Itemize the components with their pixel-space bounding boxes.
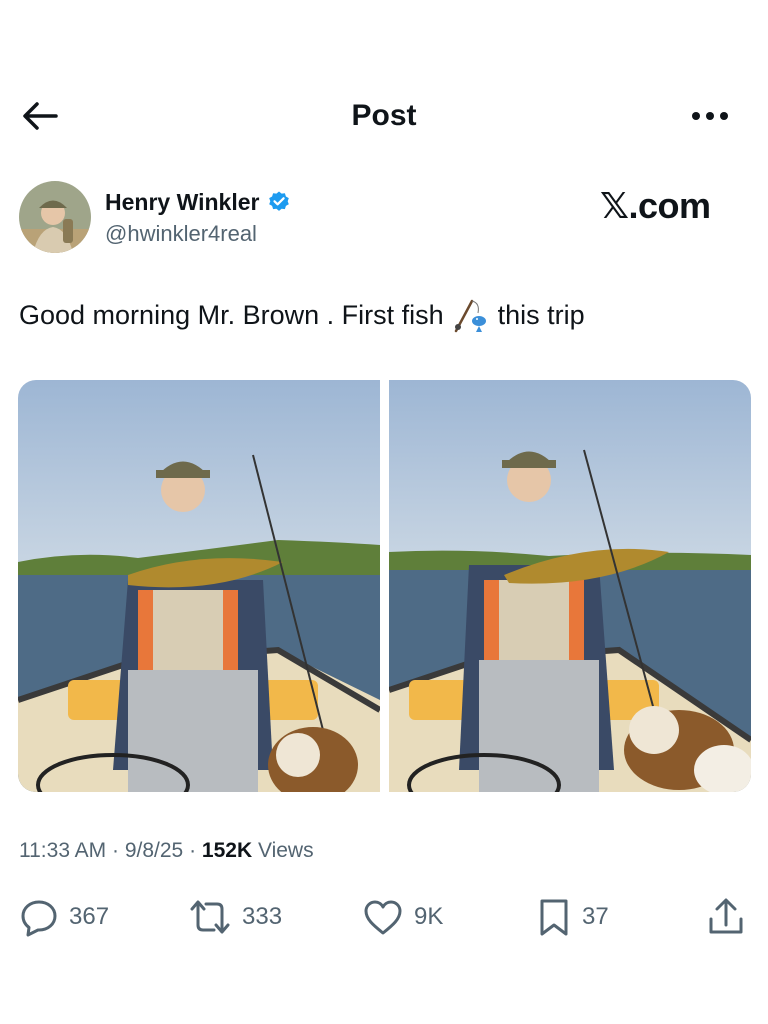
post-time: 11:33 AM xyxy=(19,839,107,862)
repost-count: 333 xyxy=(242,903,283,930)
share-button[interactable] xyxy=(706,892,746,942)
reply-count: 367 xyxy=(69,903,110,930)
author-name-text: Henry Winkler xyxy=(105,189,260,215)
post-date: 9/8/25 xyxy=(124,839,184,862)
post-meta: 11:33 AM · 9/8/25 · 152K Views xyxy=(19,836,314,866)
meta-separator: · xyxy=(112,839,125,862)
share-icon xyxy=(709,898,743,934)
more-button[interactable] xyxy=(686,100,734,132)
post-text-after: this trip xyxy=(497,300,585,330)
heart-icon xyxy=(364,900,402,935)
avatar[interactable] xyxy=(19,181,91,253)
reply-button[interactable]: 367 xyxy=(19,892,109,942)
post-text-before: Good morning Mr. Brown . First fish xyxy=(19,300,444,330)
site-watermark: 𝕏.com xyxy=(600,185,711,226)
post-image-2[interactable] xyxy=(389,380,751,792)
repost-icon xyxy=(190,900,230,934)
like-button[interactable]: 9K xyxy=(362,892,443,942)
repost-button[interactable]: 333 xyxy=(188,892,282,942)
fishing-photo xyxy=(389,380,751,792)
verified-badge-icon xyxy=(269,191,290,211)
views-count: 152K xyxy=(201,839,253,862)
fishing-photo xyxy=(18,380,380,792)
meta-separator: · xyxy=(189,839,202,862)
fishing-pole-and-fish-icon xyxy=(452,297,490,333)
views-label: Views xyxy=(257,839,314,862)
more-horizontal-icon xyxy=(692,112,728,120)
like-count: 9K xyxy=(414,903,444,930)
author-name[interactable]: Henry Winkler xyxy=(105,187,291,217)
page-title: Post xyxy=(351,99,417,132)
avatar-photo xyxy=(19,181,91,253)
post-image-1[interactable] xyxy=(18,380,380,792)
reply-icon xyxy=(21,900,57,937)
bookmark-button[interactable]: 37 xyxy=(536,892,609,942)
author-handle[interactable]: @hwinkler4real xyxy=(105,220,257,248)
post-text: Good morning Mr. Brown . First fish this… xyxy=(19,297,585,333)
bookmark-icon xyxy=(540,899,568,936)
bookmark-count: 37 xyxy=(582,903,609,930)
